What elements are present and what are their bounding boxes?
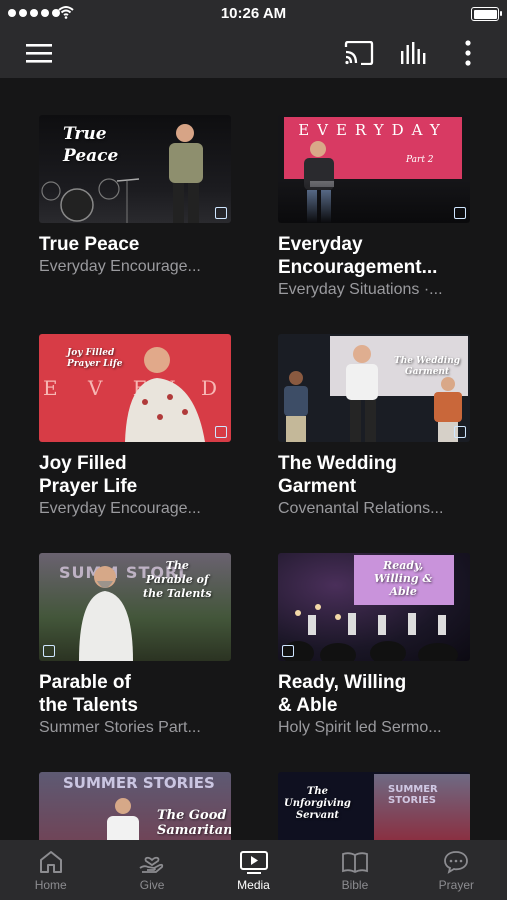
media-title: True Peace bbox=[39, 234, 140, 255]
give-hand-heart-icon bbox=[139, 856, 164, 873]
thumb-overlay-subtitle: Part 2 bbox=[406, 155, 434, 165]
media-play-icon bbox=[239, 851, 268, 874]
thumb-overlay-title: The Good Samaritan bbox=[157, 808, 231, 838]
thumb-overlay-banner: SUMMER STORIES bbox=[388, 784, 438, 806]
speaker-figure bbox=[107, 798, 139, 840]
media-thumbnail[interactable]: True Peace bbox=[39, 115, 231, 223]
media-card[interactable]: SUMMER STORIES The Good Samaritan bbox=[39, 772, 231, 840]
thumb-overlay-banner: SUMMER STORIES bbox=[63, 774, 215, 792]
series-badge-icon bbox=[282, 645, 294, 657]
worship-band-illustration bbox=[282, 604, 458, 661]
thumb-overlay-title: True Peace bbox=[63, 124, 119, 166]
media-subtitle: Covenantal Relations... bbox=[278, 500, 444, 517]
media-thumbnail[interactable]: SUMMER STORIES The Unforgiving Servant bbox=[278, 772, 470, 840]
status-bar: 10:26 AM bbox=[0, 0, 507, 28]
home-icon bbox=[39, 851, 62, 873]
tab-label: Prayer bbox=[438, 878, 474, 892]
more-vertical-icon[interactable] bbox=[453, 38, 483, 68]
series-badge-icon bbox=[43, 645, 55, 657]
media-card[interactable]: The Wedding Garment The Wedding Garment … bbox=[278, 334, 470, 519]
media-card[interactable]: True Peace True Peace Everyday Encourage… bbox=[39, 115, 231, 277]
speaker-figure bbox=[346, 345, 378, 442]
media-thumbnail[interactable]: EVERYDAY Part 2 bbox=[278, 115, 470, 223]
media-title: Everyday Encouragement... bbox=[278, 234, 438, 278]
media-thumbnail[interactable]: E V E Y D Joy Filled Prayer Life bbox=[39, 334, 231, 442]
battery-icon bbox=[471, 7, 502, 21]
tab-label: Give bbox=[139, 878, 165, 892]
tab-label: Media bbox=[237, 878, 270, 892]
media-subtitle: Everyday Encourage... bbox=[39, 500, 201, 517]
media-card[interactable]: SUMM STORI The Parable of the Talents Pa… bbox=[39, 553, 231, 738]
media-subtitle: Holy Spirit led Sermo... bbox=[278, 719, 442, 736]
series-badge-icon bbox=[454, 426, 466, 438]
media-thumbnail[interactable]: SUMMER STORIES The Good Samaritan bbox=[39, 772, 231, 840]
media-thumbnail[interactable]: The Wedding Garment bbox=[278, 334, 470, 442]
status-time: 10:26 AM bbox=[220, 5, 287, 22]
media-title: Joy Filled Prayer Life bbox=[39, 453, 138, 497]
media-thumbnail[interactable]: SUMM STORI The Parable of the Talents bbox=[39, 553, 231, 661]
tab-media[interactable]: Media bbox=[203, 840, 304, 900]
tab-bible[interactable]: Bible bbox=[304, 840, 405, 900]
media-card[interactable]: E V E Y D Joy Filled Prayer Life Joy Fil… bbox=[39, 334, 231, 519]
prayer-chat-icon bbox=[444, 851, 469, 874]
thumb-overlay-title: The Parable of the Talents bbox=[143, 559, 212, 600]
series-badge-icon bbox=[215, 207, 227, 219]
media-card[interactable]: SUMMER STORIES The Unforgiving Servant bbox=[278, 772, 470, 840]
thumb-overlay-title: The Unforgiving Servant bbox=[284, 786, 351, 821]
media-card[interactable]: EVERYDAY Part 2 Everyday Encouragement..… bbox=[278, 115, 470, 300]
series-badge-icon bbox=[215, 426, 227, 438]
speaker-figure bbox=[125, 347, 205, 442]
thumb-overlay-title: EVERYDAY bbox=[298, 121, 448, 139]
audio-bars-icon[interactable] bbox=[400, 38, 430, 68]
cast-icon[interactable] bbox=[344, 38, 374, 68]
media-thumbnail[interactable]: Ready, Willing & Able bbox=[278, 553, 470, 661]
tab-label: Home bbox=[34, 878, 67, 892]
media-title: Parable of the Talents bbox=[39, 672, 138, 716]
bible-book-icon bbox=[342, 852, 368, 874]
tab-give[interactable]: Give bbox=[101, 840, 202, 900]
media-subtitle: Everyday Encourage... bbox=[39, 258, 201, 275]
bottom-tab-bar: Home Give Media Bible Prayer bbox=[0, 840, 507, 900]
media-title: The Wedding Garment bbox=[278, 453, 397, 497]
top-app-bar bbox=[0, 28, 507, 78]
tab-label: Bible bbox=[341, 878, 369, 892]
media-subtitle: Everyday Situations ·... bbox=[278, 281, 443, 298]
media-subtitle: Summer Stories Part... bbox=[39, 719, 201, 736]
speaker-figure bbox=[169, 124, 203, 223]
media-title: Ready, Willing & Able bbox=[278, 672, 407, 716]
media-grid: True Peace True Peace Everyday Encourage… bbox=[0, 78, 507, 840]
drum-kit-illustration bbox=[41, 178, 140, 223]
tab-home[interactable]: Home bbox=[0, 840, 101, 900]
speaker-figure bbox=[79, 566, 133, 661]
thumb-overlay-title: Ready, Willing & Able bbox=[374, 559, 433, 598]
media-card[interactable]: Ready, Willing & Able Ready, Willing & A… bbox=[278, 553, 470, 738]
hamburger-menu-icon[interactable] bbox=[24, 38, 54, 68]
series-badge-icon bbox=[454, 207, 466, 219]
tab-prayer[interactable]: Prayer bbox=[406, 840, 507, 900]
